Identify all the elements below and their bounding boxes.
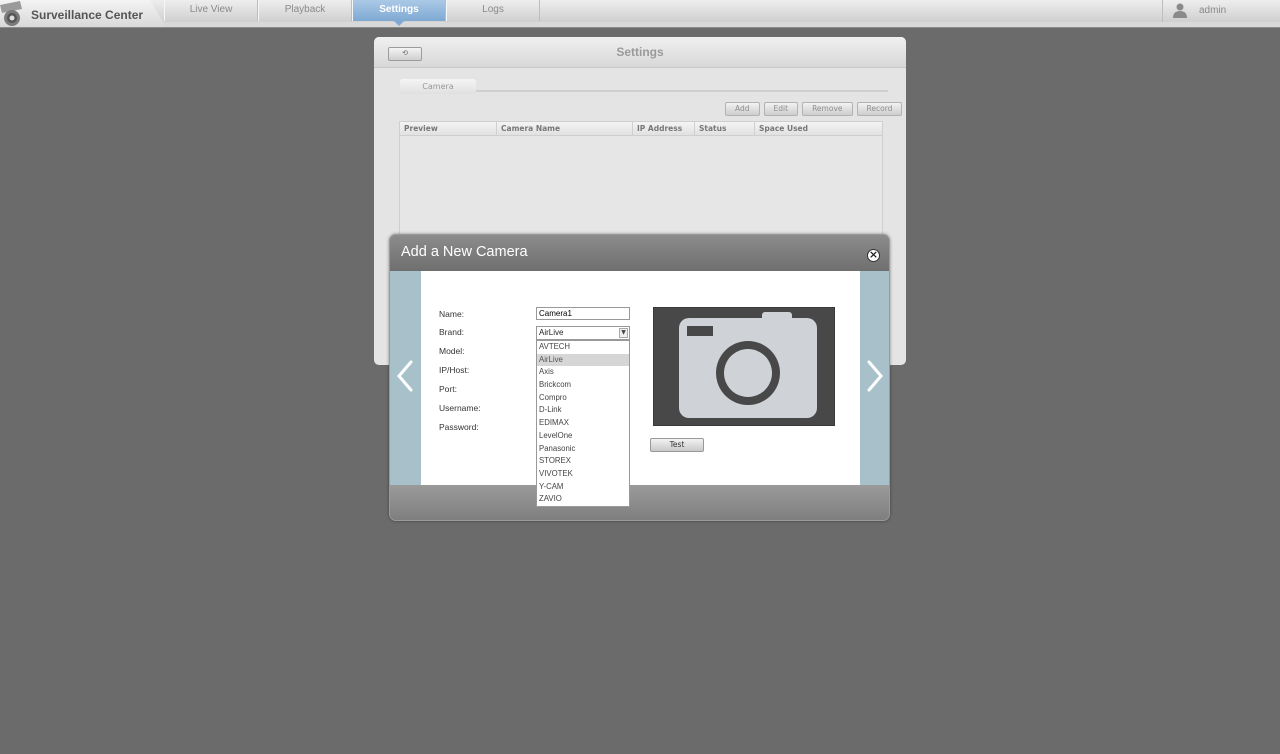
previous-panel[interactable] — [390, 271, 421, 485]
camera-toolbar: Add Edit Remove Record — [725, 102, 903, 116]
dialog-title: Add a New Camera — [401, 244, 528, 260]
tab-camera[interactable]: Camera — [400, 79, 476, 94]
user-name: admin — [1199, 5, 1227, 16]
remove-button[interactable]: Remove — [802, 102, 853, 116]
record-button[interactable]: Record — [856, 102, 903, 116]
brand-option[interactable]: STOREX — [537, 455, 629, 468]
tab-playback[interactable]: Playback — [258, 0, 352, 21]
brand-select[interactable]: AirLive ▼ — [536, 326, 630, 340]
column-preview[interactable]: Preview — [400, 122, 497, 135]
camera-table-header: Preview Camera Name IP Address Status Sp… — [400, 122, 882, 136]
chevron-right-icon[interactable] — [864, 359, 886, 393]
brand-option[interactable]: VIVOTEK — [537, 468, 629, 481]
dialog-body: Name: Brand: Model: IP/Host: Port: Usern… — [421, 271, 860, 507]
app-title: Surveillance Center — [31, 8, 144, 22]
app-logo-area: Surveillance Center — [0, 0, 166, 27]
camera-preview — [653, 307, 835, 426]
brand-option[interactable]: AirLive — [537, 353, 629, 367]
settings-title: Settings — [616, 45, 664, 59]
column-ip-address[interactable]: IP Address — [633, 122, 695, 135]
brand-option[interactable]: AVTECH — [537, 341, 629, 354]
ip-host-label: IP/Host: — [439, 365, 470, 375]
user-icon — [1173, 3, 1187, 18]
next-panel[interactable] — [860, 271, 889, 485]
camera-table: Preview Camera Name IP Address Status Sp… — [399, 121, 883, 243]
top-bar-divider — [0, 22, 1280, 28]
test-button[interactable]: Test — [650, 438, 704, 452]
tab-live-view[interactable]: Live View — [164, 0, 258, 21]
settings-header: ⟲ Settings — [374, 37, 906, 68]
add-button[interactable]: Add — [725, 102, 760, 116]
chevron-left-icon[interactable] — [394, 359, 416, 393]
edit-button[interactable]: Edit — [763, 102, 799, 116]
close-icon[interactable]: × — [867, 249, 880, 262]
brand-option[interactable]: LevelOne — [537, 430, 629, 443]
brand-option[interactable]: EDIMAX — [537, 417, 629, 430]
tab-divider — [476, 90, 888, 92]
column-space-used[interactable]: Space Used — [755, 122, 882, 135]
tab-logs[interactable]: Logs — [446, 0, 540, 21]
brand-label: Brand: — [439, 327, 465, 337]
model-label: Model: — [439, 346, 465, 356]
camera-logo-icon — [0, 1, 22, 26]
name-label: Name: — [439, 309, 465, 319]
chevron-down-icon[interactable]: ▼ — [619, 328, 628, 338]
tab-settings[interactable]: Settings — [352, 0, 446, 26]
camera-name-input[interactable] — [536, 307, 630, 320]
main-nav: Live View Playback Settings Logs — [164, 0, 540, 26]
brand-option[interactable]: Compro — [537, 392, 629, 405]
user-menu[interactable]: admin — [1162, 0, 1280, 22]
username-label: Username: — [439, 403, 481, 413]
port-label: Port: — [439, 384, 457, 394]
add-camera-dialog: Add a New Camera × Name: Brand: Model: I… — [389, 234, 890, 521]
brand-option[interactable]: Panasonic — [537, 443, 629, 456]
brand-selected-value: AirLive — [539, 328, 564, 337]
dialog-footer — [390, 485, 889, 520]
column-status[interactable]: Status — [695, 122, 755, 135]
dialog-header: Add a New Camera × — [390, 235, 889, 271]
brand-option[interactable]: Brickcom — [537, 379, 629, 392]
brand-option[interactable]: Axis — [537, 366, 629, 379]
brand-option[interactable]: Y-CAM — [537, 481, 629, 494]
brand-dropdown-list: AVTECH AirLive Axis Brickcom Compro D-Li… — [536, 340, 630, 507]
column-camera-name[interactable]: Camera Name — [497, 122, 633, 135]
password-label: Password: — [439, 422, 479, 432]
brand-option[interactable]: ZAVIO — [537, 493, 629, 506]
brand-option[interactable]: D-Link — [537, 404, 629, 417]
camera-placeholder-icon — [679, 312, 817, 418]
